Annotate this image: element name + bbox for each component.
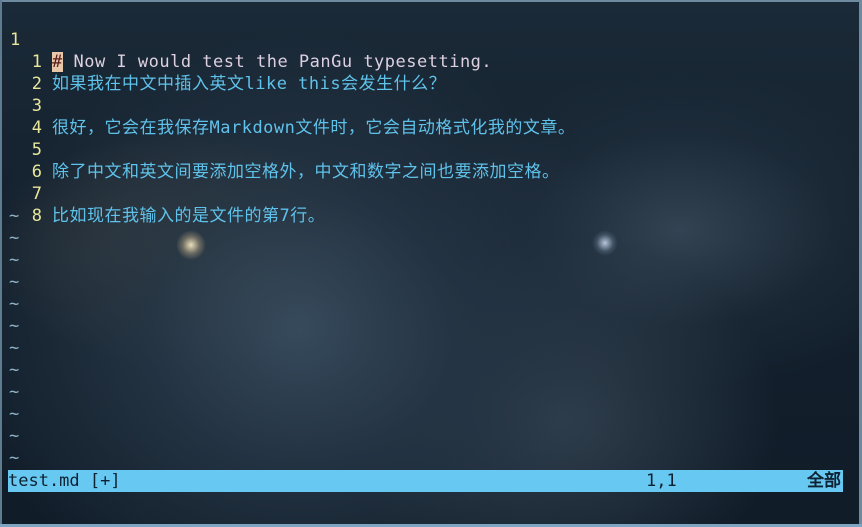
line-text[interactable]: # Now I would test the PanGu typesetting… — [52, 51, 492, 73]
text-cursor: # — [52, 52, 63, 72]
editor-line[interactable]: 8 — [0, 183, 42, 226]
background-star-glow — [176, 230, 206, 260]
line-text[interactable]: 除了中文和英文间要添加空格外，中文和数字之间也要添加空格。 — [52, 161, 560, 183]
line-text[interactable]: 如果我在中文中插入英文like this会发生什么？ — [52, 73, 446, 95]
status-line: test.md [+] 1,1 全部 — [8, 470, 843, 492]
line-text[interactable]: 比如现在我输入的是文件的第7行。 — [52, 205, 325, 227]
background-star-glow — [592, 230, 618, 256]
editor-line[interactable]: 2 — [0, 51, 42, 94]
editor-line[interactable]: 3 很好，它会在我保存Markdown文件时，它会自动格式化我的文章。 — [0, 73, 575, 138]
vim-terminal-window[interactable]: 1 # Now I would test the PanGu typesetti… — [0, 0, 862, 527]
line-text-rest: Now I would test the PanGu typesetting. — [62, 52, 493, 72]
window-border-top — [0, 0, 862, 2]
editor-line[interactable]: 7 比如现在我输入的是文件的第7行。 — [0, 161, 325, 226]
status-cursor-position: 1,1 — [646, 471, 677, 491]
editor-line[interactable]: 5 除了中文和英文间要添加空格外，中文和数字之间也要添加空格。 — [0, 117, 559, 182]
status-filename: test.md [+] — [8, 471, 121, 491]
editor-line[interactable]: 4 — [0, 95, 42, 138]
editor-line-current[interactable]: 1 # Now I would test the PanGu typesetti… — [0, 7, 492, 72]
window-border-left — [0, 0, 2, 527]
status-scroll-indicator: 全部 — [807, 471, 841, 491]
line-text[interactable]: 很好，它会在我保存Markdown文件时，它会自动格式化我的文章。 — [52, 117, 575, 139]
editor-line[interactable]: 1 如果我在中文中插入英文like this会发生什么？ — [0, 29, 446, 94]
editor-line[interactable]: 6 — [0, 139, 42, 182]
